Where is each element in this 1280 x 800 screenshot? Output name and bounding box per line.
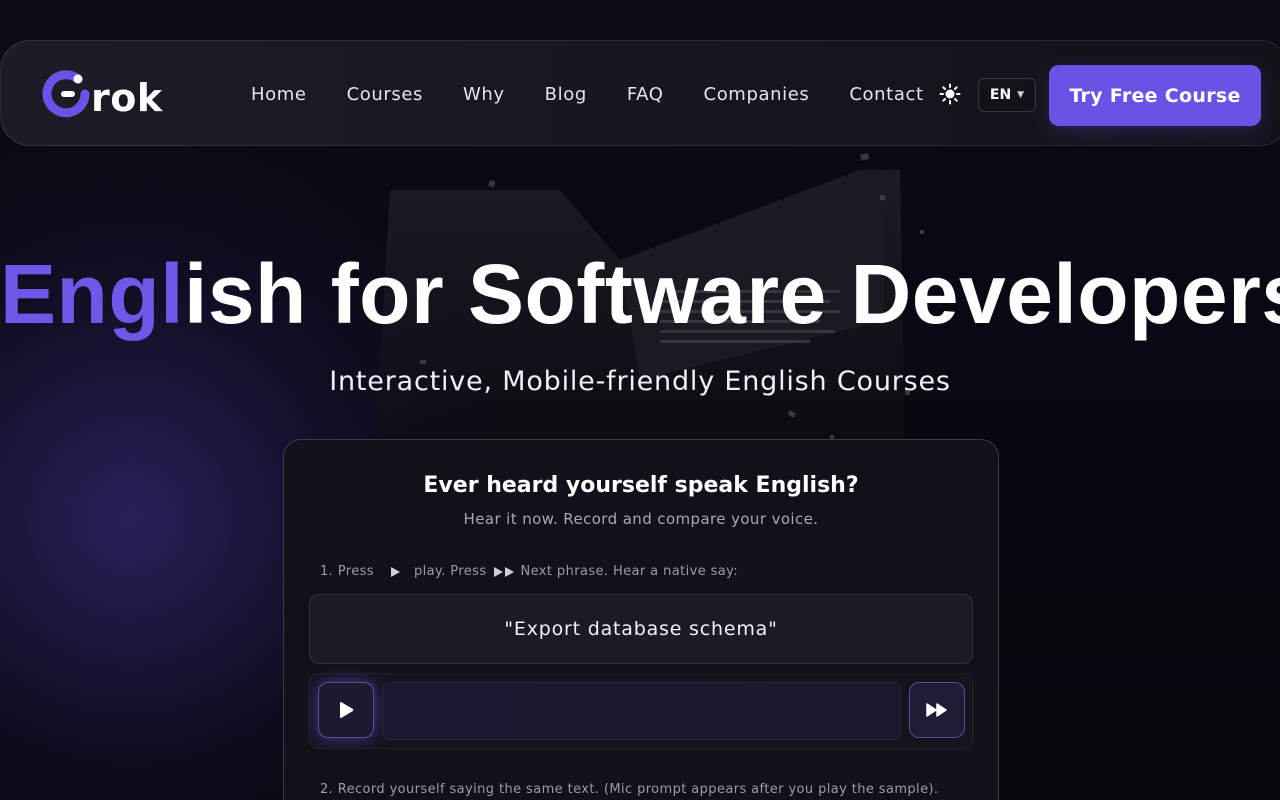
- caret-down-icon: ▼: [1017, 90, 1025, 100]
- landing-page: rok Home Courses Why Blog FAQ Companies …: [0, 0, 1280, 800]
- logo-text: rok: [91, 76, 163, 120]
- next-phrase-button[interactable]: [909, 682, 965, 738]
- nav-link-faq[interactable]: FAQ: [627, 84, 664, 105]
- language-select[interactable]: EN ▼: [978, 78, 1036, 112]
- card-title: Ever heard yourself speak English?: [423, 473, 859, 498]
- hero-title: English for Software Developers: [0, 248, 1280, 340]
- step-1-prefix: 1. Press: [320, 564, 374, 579]
- card-subtitle: Hear it now. Record and compare your voi…: [463, 510, 819, 528]
- pronunciation-practice-card: Ever heard yourself speak English? Hear …: [283, 439, 999, 800]
- try-free-course-button[interactable]: Try Free Course: [1049, 65, 1261, 126]
- audio-player: [309, 673, 973, 749]
- nav-links: Home Courses Why Blog FAQ Companies Cont…: [251, 41, 964, 147]
- hero-subtitle: Interactive, Mobile-friendly English Cou…: [329, 366, 951, 397]
- top-navigation-bar: rok Home Courses Why Blog FAQ Companies …: [0, 40, 1280, 146]
- nav-link-why[interactable]: Why: [463, 84, 505, 105]
- hero-title-rest: ish for Software Developers: [184, 247, 1280, 341]
- nav-link-blog[interactable]: Blog: [545, 84, 587, 105]
- hero-title-accent: Engl: [0, 247, 184, 341]
- play-icon: [340, 702, 354, 718]
- nav-link-companies[interactable]: Companies: [704, 84, 810, 105]
- nav-link-contact[interactable]: Contact: [849, 84, 923, 105]
- logo-g-icon: [42, 70, 90, 118]
- fast-forward-icon: [493, 566, 514, 577]
- play-button[interactable]: [318, 682, 374, 738]
- language-value: EN: [989, 87, 1012, 103]
- step-2-instructions: 2. Record yourself saying the same text.…: [320, 782, 939, 797]
- nav-link-home[interactable]: Home: [251, 84, 307, 105]
- play-icon: [390, 566, 400, 577]
- sun-icon[interactable]: [939, 83, 961, 105]
- nav-link-courses[interactable]: Courses: [347, 84, 423, 105]
- brand-logo[interactable]: rok: [41, 68, 163, 120]
- fast-forward-icon: [926, 703, 947, 717]
- phrase-display: "Export database schema": [309, 594, 973, 664]
- step-1-instructions: 1. Press play. Press Next phrase. Hear a…: [320, 564, 738, 579]
- step-1-middle: play. Press: [413, 564, 487, 579]
- step-1-suffix: Next phrase. Hear a native say:: [520, 564, 739, 579]
- audio-progress-track[interactable]: [382, 682, 901, 740]
